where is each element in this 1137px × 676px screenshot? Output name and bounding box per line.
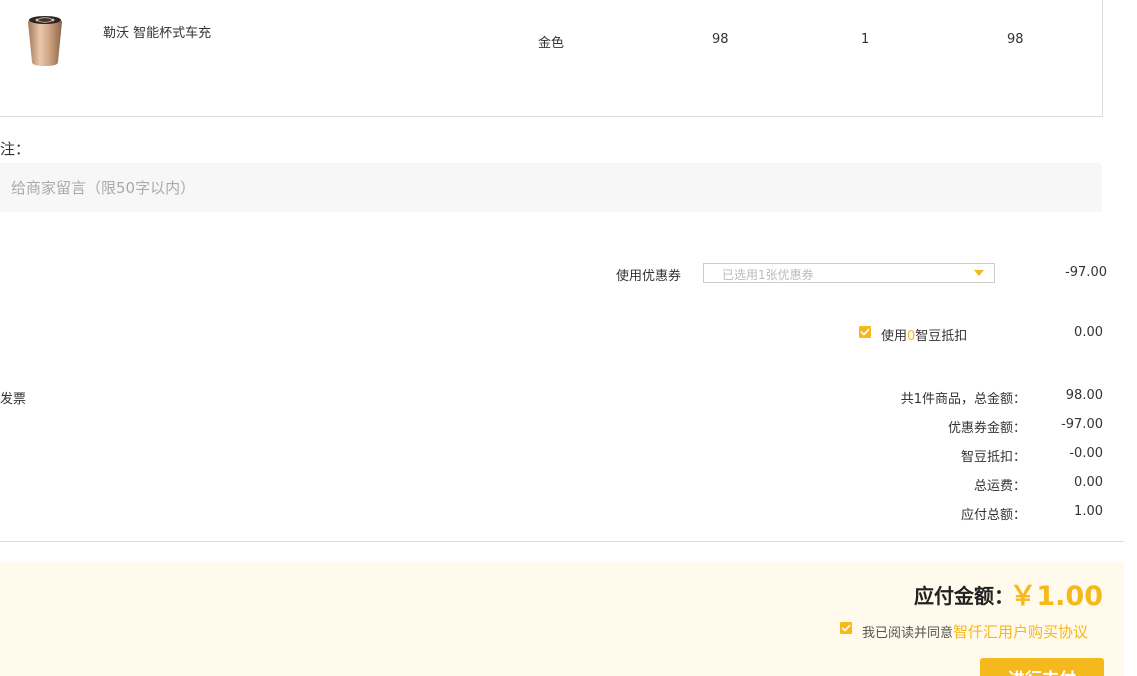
product-color: 金色	[538, 36, 565, 51]
zhidou-amount: 0.00	[1074, 325, 1103, 340]
section-divider	[0, 541, 1124, 542]
remark-input[interactable]	[0, 163, 1102, 212]
product-table: 勒沃 智能杯式车充 金色 98 1 98	[0, 0, 1103, 117]
pay-button[interactable]: 进行支付	[980, 658, 1104, 676]
zhidou-label: 使用0智豆抵扣	[881, 325, 967, 344]
zhidou-label-suffix: 智豆抵扣	[915, 329, 968, 344]
summary-value: 0.00	[1074, 475, 1103, 490]
summary-value: -97.00	[1061, 417, 1103, 432]
dropdown-arrow-icon	[974, 270, 984, 276]
agreement-link[interactable]: 智仟汇用户购买协议	[953, 623, 1088, 641]
order-confirm-page: 勒沃 智能杯式车充 金色 98 1 98 注： 使用优惠券 已选用1张优惠券 -…	[0, 0, 1137, 676]
coupon-label: 使用优惠券	[616, 269, 682, 284]
product-name[interactable]: 勒沃 智能杯式车充	[103, 22, 211, 41]
summary-value: 98.00	[1065, 388, 1103, 403]
product-subtotal: 98	[1007, 32, 1024, 47]
payable-amount: ￥1.00	[1009, 581, 1103, 612]
zhidou-checkbox-icon[interactable]	[859, 326, 871, 338]
agreement-text: 我已阅读并同意智仟汇用户购买协议	[862, 621, 1088, 642]
coupon-select[interactable]: 已选用1张优惠券	[703, 263, 995, 283]
summary-value: 1.00	[1074, 504, 1103, 519]
summary-label: 总运费：	[973, 479, 1026, 494]
summary-label: 共1件商品，总金额：	[900, 392, 1026, 407]
agreement-prefix: 我已阅读并同意	[862, 626, 954, 641]
summary-value: -0.00	[1069, 446, 1103, 461]
zhidou-label-prefix: 使用	[881, 329, 908, 344]
product-image[interactable]	[24, 12, 66, 68]
remark-label: 注：	[0, 140, 31, 158]
agreement-checkbox-icon[interactable]	[840, 622, 852, 634]
coupon-amount: -97.00	[1065, 265, 1107, 280]
payable-label: 应付金额：	[914, 584, 1014, 608]
summary-label: 优惠券金额：	[947, 421, 1026, 436]
coupon-selected-text: 已选用1张优惠券	[722, 268, 814, 282]
summary-label: 智豆抵扣：	[960, 450, 1026, 465]
invoice-label[interactable]: 发票	[0, 388, 26, 407]
summary-label: 应付总额：	[960, 508, 1026, 523]
product-quantity: 1	[861, 32, 870, 47]
product-price: 98	[712, 32, 729, 47]
